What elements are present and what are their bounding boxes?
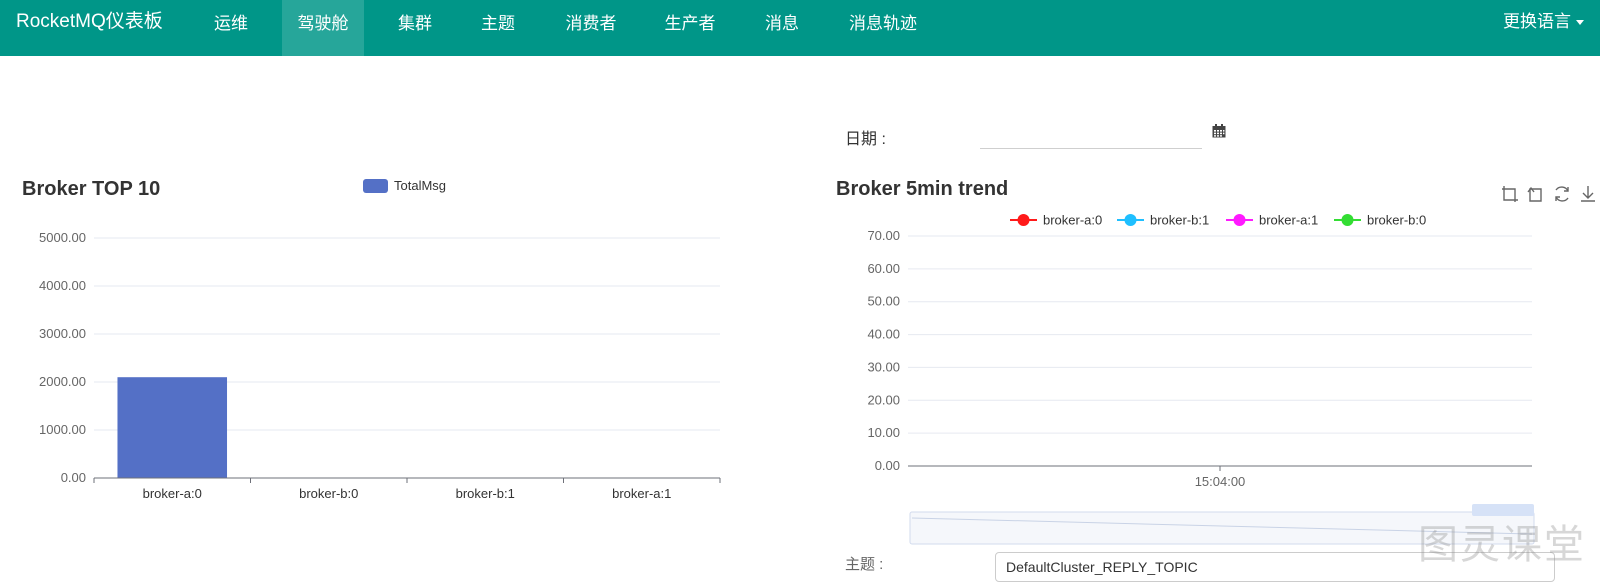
caret-down-icon [1576,20,1584,26]
y-tick-label: 2000.00 [39,374,86,389]
x-tick-label: 15:04:00 [1195,474,1246,489]
broker-trend-chart: broker-a:0 broker-b:1 broker-a:1 broker-b:0… [867,213,1535,545]
y-tick-label: 70.00 [867,228,900,243]
topic-select[interactable]: DefaultCluster_REPLY_TOPIC [995,552,1555,582]
calendar-icon[interactable] [1212,124,1226,138]
y-tick-label: 10.00 [867,425,900,440]
y-tick-label: 50.00 [867,294,900,309]
language-label: 更换语言 [1503,12,1571,31]
legend-marker [1233,214,1246,226]
nav-item-cluster[interactable]: 集群 [390,0,440,56]
language-dropdown[interactable]: 更换语言 [1503,0,1584,44]
date-input[interactable] [980,120,1202,149]
legend-label: broker-a:0 [1043,213,1102,228]
nav-item-dashboard[interactable]: 驾驶舱 [282,0,364,56]
x-tick-label: broker-a:0 [143,486,202,501]
datazoom-handle[interactable] [1472,504,1534,516]
nav-item-message[interactable]: 消息 [757,0,807,56]
legend-item-broker-b:0[interactable]: broker-b:0 [1334,213,1426,228]
y-tick-label: 3000.00 [39,326,86,341]
x-tick-label: broker-b:0 [299,486,358,501]
datazoom-track[interactable] [909,511,1535,545]
legend-label: broker-a:1 [1259,213,1318,228]
y-tick-label: 1000.00 [39,422,86,437]
broker-top10-chart: 0.00 1000.00 2000.00 3000.00 4000.00 5000.00 b… [39,178,721,501]
legend-item-broker-b:1[interactable]: broker-b:1 [1117,213,1209,228]
legend-marker [1341,214,1354,226]
x-tick-label: broker-a:1 [612,486,671,501]
nav-item-topic[interactable]: 主题 [473,0,523,56]
broker-trend-title: Broker 5min trend [836,178,1009,200]
y-tick-label: 4000.00 [39,278,86,293]
nav-item-producer[interactable]: 生产者 [657,0,723,56]
legend-label: broker-b:1 [1150,213,1209,228]
legend-item-broker-a:0[interactable]: broker-a:0 [1010,213,1102,228]
datazoom-slider[interactable] [909,504,1535,545]
y-tick-label: 40.00 [867,327,900,342]
top-navbar: RocketMQ仪表板 运维 驾驶舱 集群 主题 消费者 生产者 消息 消息轨迹… [0,0,1600,56]
legend-label-totalmsg: TotalMsg [394,178,446,193]
y-tick-label: 20.00 [867,392,900,407]
nav-item-consumer[interactable]: 消费者 [558,0,624,56]
broker-trend-legend[interactable]: broker-a:0 broker-b:1 broker-a:1 broker-b:0 [1010,213,1426,228]
y-tick-label: 5000.00 [39,230,86,245]
nav-item-ops[interactable]: 运维 [204,0,258,56]
y-tick-label: 0.00 [875,458,900,473]
date-label: 日期 : [845,131,886,148]
y-tick-label: 0.00 [61,470,86,485]
bar-broker-a:0[interactable] [117,377,228,478]
broker-top10-legend[interactable]: TotalMsg [363,178,446,193]
y-tick-label: 30.00 [867,359,900,374]
brand-logo[interactable]: RocketMQ仪表板 [16,0,163,44]
nav-item-message-trace[interactable]: 消息轨迹 [840,0,926,56]
y-tick-label: 60.00 [867,261,900,276]
legend-label: broker-b:0 [1367,213,1426,228]
legend-marker [1124,214,1137,226]
x-tick-label: broker-b:1 [456,486,515,501]
legend-marker [1017,214,1030,226]
legend-swatch-totalmsg [363,179,388,193]
legend-item-broker-a:1[interactable]: broker-a:1 [1226,213,1318,228]
